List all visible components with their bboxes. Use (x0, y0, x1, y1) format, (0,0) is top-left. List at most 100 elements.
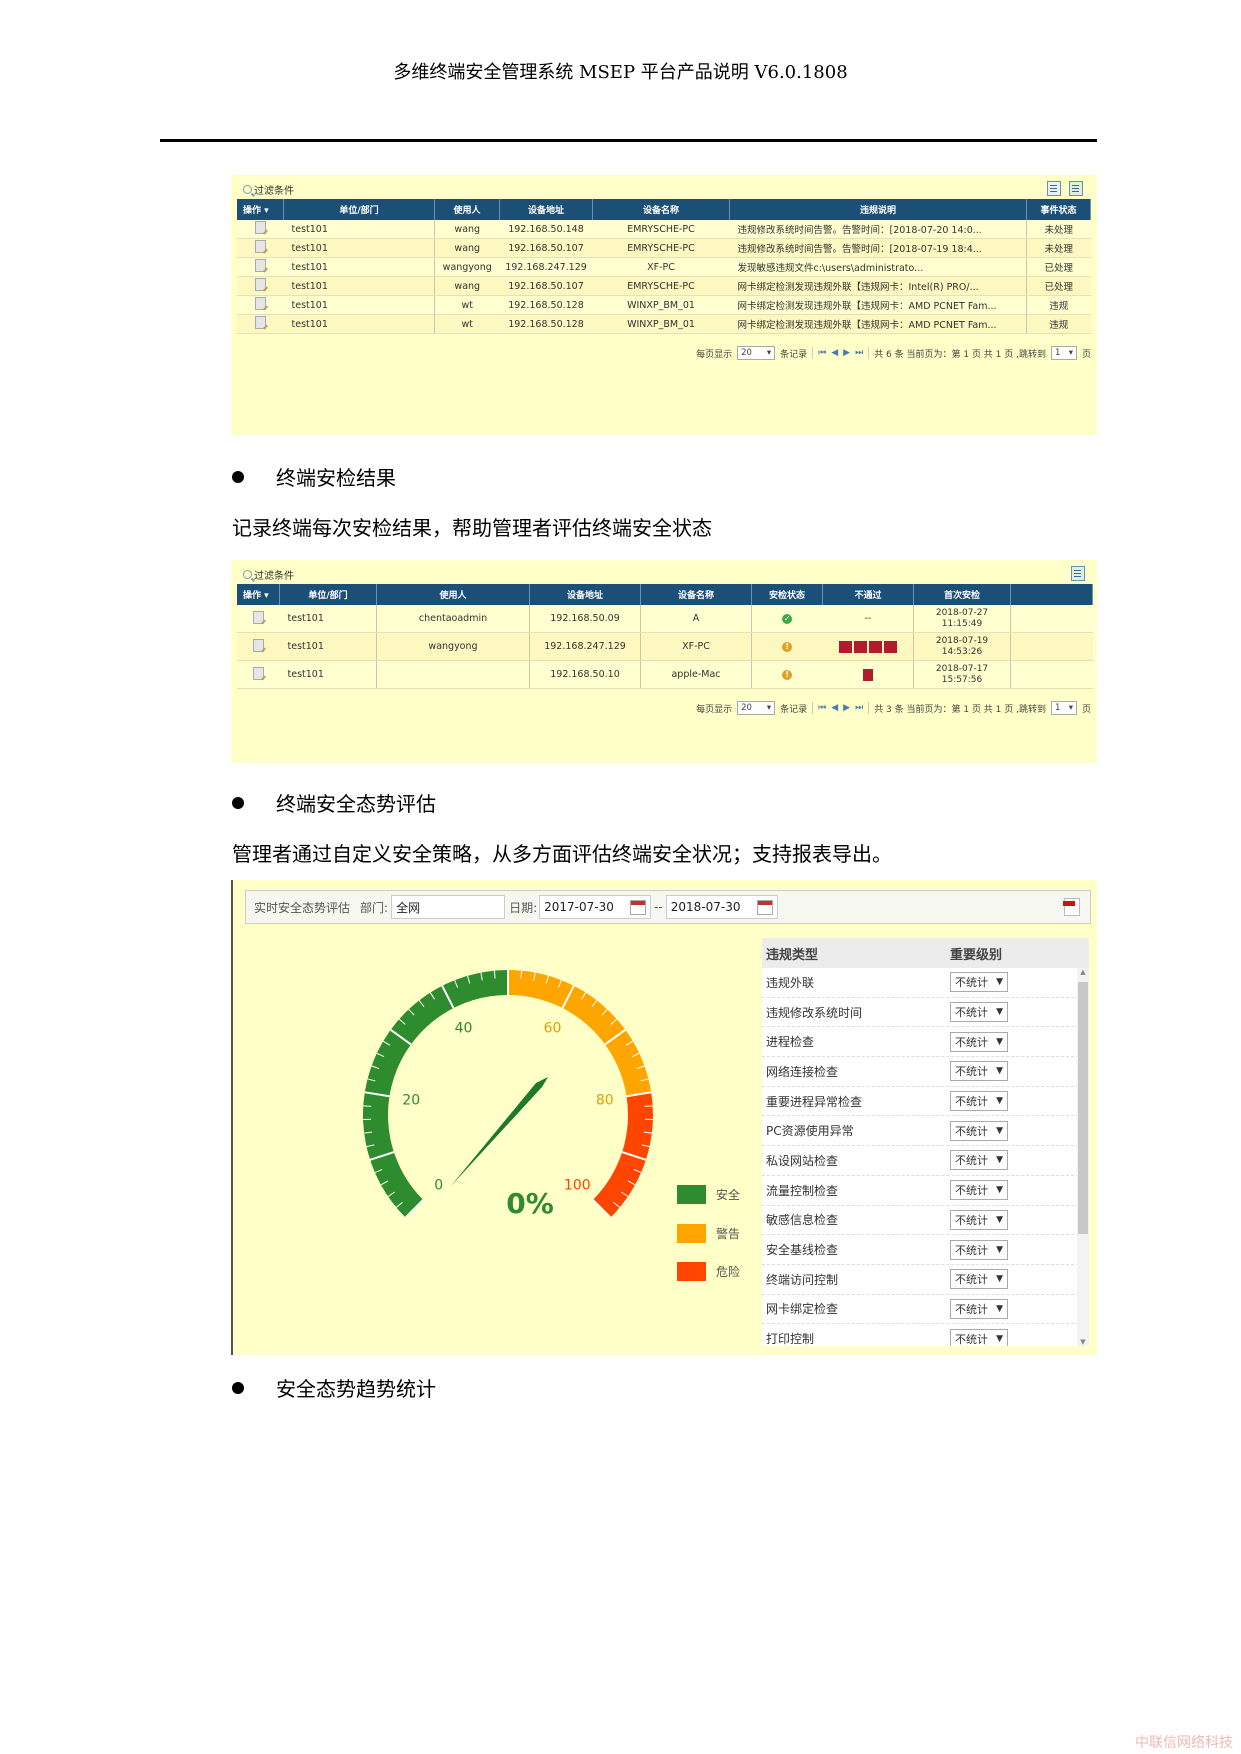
next-page-icon[interactable]: ▶ (843, 348, 850, 358)
col-user[interactable]: 使用人 (376, 584, 530, 605)
export-icon[interactable] (1047, 181, 1061, 196)
next-page-icon[interactable]: ▶ (843, 703, 850, 713)
section-heading-scan-results: 终端安检结果 (232, 462, 396, 491)
table-row[interactable]: test101 wangyong 192.168.247.129 XF-PC 发现敏感违… (237, 257, 1091, 277)
table-row[interactable]: test101 chentaoadmin 192.168.50.09 A ✓ -- 2018… (237, 605, 1093, 633)
edit-cell[interactable] (237, 632, 280, 661)
dropdown-arrow-icon[interactable]: ▾ (264, 206, 269, 216)
edit-cell[interactable] (237, 220, 284, 239)
table-row[interactable]: test101 wt 192.168.50.128 WINXP_BM_01 网卡绑定检测… (237, 295, 1091, 315)
edit-icon[interactable] (254, 316, 266, 329)
edit-cell[interactable] (237, 257, 284, 277)
edit-icon[interactable] (252, 666, 264, 680)
table-header-row: 违规类型 重要级别 (762, 938, 1089, 968)
scroll-down-icon[interactable]: ▼ (1077, 1338, 1089, 1346)
dept-input[interactable]: 全网 (391, 895, 506, 919)
filter-conditions-link[interactable]: 过滤条件 (243, 182, 294, 197)
search-icon (243, 185, 252, 194)
first-page-icon[interactable]: ⏮ (818, 703, 826, 713)
col-scan-status[interactable]: 安检状态 (751, 584, 823, 605)
edit-icon[interactable] (252, 638, 264, 652)
col-description[interactable]: 违规说明 (729, 199, 1027, 220)
col-status[interactable]: 事件状态 (1026, 199, 1091, 220)
importance-select[interactable]: 不统计 ▼ (950, 1269, 1008, 1290)
table-row[interactable]: test101 wang 192.168.50.107 EMRYSCHE-PC 网卡绑定… (237, 276, 1091, 296)
per-page-select[interactable]: 20 ▾ (737, 701, 776, 715)
col-ip[interactable]: 设备地址 (529, 584, 641, 605)
col-device[interactable]: 设备名称 (640, 584, 752, 605)
importance-select[interactable]: 不统计 ▼ (950, 1031, 1008, 1052)
table-row[interactable]: test101 wangyong 192.168.247.129 XF-PC! 2018… (237, 632, 1093, 661)
importance-select[interactable]: 不统计 ▼ (950, 1239, 1008, 1260)
prev-page-icon[interactable]: ◀ (831, 348, 838, 358)
table-row[interactable]: test101 wang 192.168.50.148 EMRYSCHE-PC 违规修改… (237, 220, 1091, 239)
edit-icon[interactable] (252, 610, 264, 624)
date-from-input[interactable]: 2017-07-30 (539, 895, 652, 919)
importance-select[interactable]: 不统计 ▼ (950, 1120, 1008, 1141)
export-excel-icon[interactable] (1069, 181, 1083, 196)
importance-select[interactable]: 不统计 ▼ (950, 972, 1008, 993)
key-icon[interactable] (883, 640, 897, 653)
edit-cell[interactable] (237, 238, 284, 258)
export-excel-icon[interactable] (1071, 566, 1085, 581)
importance-select[interactable]: 不统计 ▼ (950, 1150, 1008, 1171)
importance-select[interactable]: 不统计 ▼ (950, 1180, 1008, 1201)
col-device[interactable]: 设备名称 (592, 199, 730, 220)
dropdown-arrow-icon: ▼ (996, 1333, 1003, 1344)
filter-conditions-link[interactable]: 过滤条件 (243, 567, 294, 582)
disk-icon[interactable] (862, 668, 873, 681)
first-page-icon[interactable]: ⏮ (818, 348, 826, 358)
importance-select[interactable]: 不统计 ▼ (950, 1002, 1008, 1023)
calendar-icon[interactable] (630, 899, 647, 915)
col-user[interactable]: 使用人 (434, 199, 500, 220)
user-icon[interactable] (853, 640, 867, 653)
col-failed-items[interactable]: 不通过 (822, 584, 914, 605)
network-icon[interactable] (868, 640, 882, 653)
table-row[interactable]: test101 wt 192.168.50.128 WINXP_BM_01 网卡绑定检测… (237, 314, 1091, 334)
legend-item: 警告 (677, 1224, 740, 1243)
failed-items-cell (822, 660, 914, 689)
jump-page-select[interactable]: 1 ▾ (1050, 701, 1077, 715)
table-row[interactable]: test101 192.168.50.10 apple-Mac! 2018-07-17… (237, 660, 1093, 689)
edit-cell[interactable] (237, 660, 280, 689)
importance-select[interactable]: 不统计 ▼ (950, 1091, 1008, 1112)
dept-cell: test101 (283, 276, 435, 296)
scrollbar[interactable]: ▲ ▼ (1077, 968, 1089, 1346)
col-ip[interactable]: 设备地址 (499, 199, 593, 220)
edit-cell[interactable] (237, 314, 284, 334)
last-page-icon[interactable]: ⏭ (855, 703, 863, 713)
edit-cell[interactable] (237, 605, 280, 633)
col-dept[interactable]: 单位/部门 (283, 199, 435, 220)
calendar-icon[interactable] (756, 899, 773, 915)
dropdown-arrow-icon[interactable]: ▾ (264, 591, 269, 601)
col-operation[interactable]: 操作 ▾ (237, 584, 280, 605)
date-to-input[interactable]: 2018-07-30 (665, 895, 778, 919)
scroll-up-icon[interactable]: ▲ (1077, 968, 1089, 976)
scroll-thumb[interactable] (1078, 982, 1088, 1234)
table-row[interactable]: test101 wang 192.168.50.107 EMRYSCHE-PC 违规修改… (237, 238, 1091, 258)
importance-select[interactable]: 不统计 ▼ (950, 1209, 1008, 1230)
edit-icon[interactable] (254, 297, 266, 310)
importance-select[interactable]: 不统计 ▼ (950, 1298, 1008, 1319)
edit-icon[interactable] (254, 240, 266, 253)
edit-icon[interactable] (254, 221, 266, 234)
shield-icon[interactable] (838, 640, 852, 653)
edit-cell[interactable] (237, 295, 284, 315)
per-page-select[interactable]: 20 ▾ (737, 346, 776, 360)
last-page-icon[interactable]: ⏭ (855, 348, 863, 358)
importance-select[interactable]: 不统计 ▼ (950, 1328, 1008, 1346)
edit-icon[interactable] (254, 259, 266, 272)
col-first-scan[interactable]: 首次安检 (913, 584, 1011, 605)
col-dept[interactable]: 单位/部门 (279, 584, 377, 605)
edit-cell[interactable] (237, 276, 284, 296)
device-cell: EMRYSCHE-PC (592, 276, 730, 296)
importance-select[interactable]: 不统计 ▼ (950, 1061, 1008, 1082)
device-cell: apple-Mac (640, 660, 752, 689)
scan-status-cell: ✓ (751, 605, 823, 633)
prev-page-icon[interactable]: ◀ (831, 703, 838, 713)
device-cell: EMRYSCHE-PC (592, 238, 730, 258)
col-operation[interactable]: 操作 ▾ (237, 199, 284, 220)
jump-page-select[interactable]: 1 ▾ (1050, 346, 1077, 360)
edit-icon[interactable] (254, 278, 266, 291)
pdf-export-icon[interactable] (1063, 898, 1080, 916)
